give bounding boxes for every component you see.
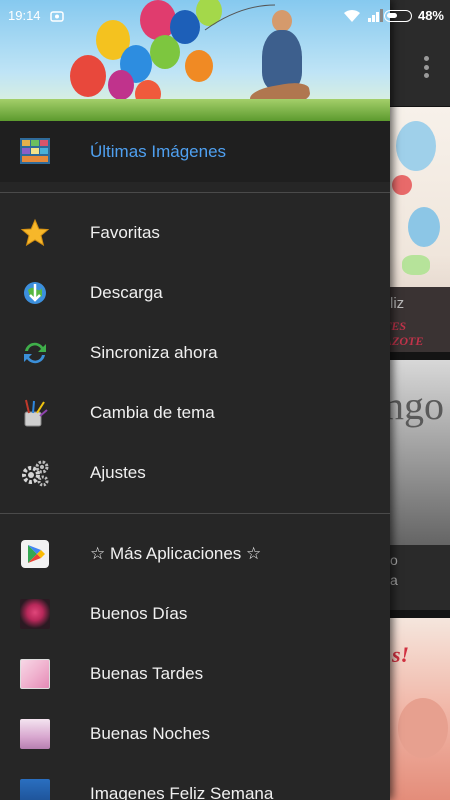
card-illustration: [392, 175, 412, 195]
menu-item-favoritas[interactable]: Favoritas: [0, 203, 390, 263]
menu-item-label: Sincroniza ahora: [90, 343, 218, 362]
play-store-icon: [20, 539, 50, 569]
card-caption: TESAZOTE: [390, 319, 424, 348]
star-icon: [20, 218, 50, 248]
menu-item-buenos-dias[interactable]: Buenos Días: [0, 584, 390, 644]
menu-item-ajustes[interactable]: Ajustes: [0, 443, 390, 503]
sync-icon: [20, 338, 50, 368]
battery-icon: [384, 10, 412, 22]
menu-item-label: Últimas Imágenes: [90, 141, 227, 161]
menu-item-cambia-de-tema[interactable]: Cambia de tema: [0, 383, 390, 443]
card-caption: ngo: [390, 383, 444, 428]
card-illustration: [402, 255, 430, 275]
menu-item-label: Cambia de tema: [90, 403, 215, 422]
download-globe-icon: [20, 278, 50, 308]
paint-brushes-icon: [20, 398, 50, 428]
card-illustration: [396, 121, 436, 171]
status-bar: 19:14 48%: [0, 0, 450, 32]
gears-icon: [20, 458, 50, 488]
menu-item-label: Ajustes: [90, 463, 146, 482]
menu-item-label: Buenas Noches: [90, 724, 211, 743]
feliz-semana-app-icon: [20, 779, 50, 800]
buenas-tardes-app-icon: [20, 659, 50, 689]
menu-item-label: Imagenes Feliz Semana: [90, 784, 274, 800]
navigation-drawer: Últimas Imágenes Favoritas Descarga Sinc…: [0, 0, 390, 800]
balloon: [185, 50, 213, 82]
card-caption: liz: [390, 295, 405, 312]
notification-icon: [50, 11, 64, 22]
card-illustration: [398, 698, 448, 758]
card-illustration: [408, 207, 440, 247]
menu-item-mas-aplicaciones[interactable]: ☆ Más Aplicaciones ☆: [0, 524, 390, 584]
menu-item-label: Buenos Días: [90, 604, 188, 623]
status-time: 19:14: [8, 8, 41, 23]
card-caption: o: [390, 552, 398, 568]
image-card[interactable]: s!: [390, 618, 450, 800]
balloon: [108, 70, 134, 100]
card-caption: s!: [392, 642, 410, 667]
menu-item-sincroniza-ahora[interactable]: Sincroniza ahora: [0, 323, 390, 383]
menu-item-label: Favoritas: [90, 223, 160, 242]
buenas-noches-app-icon: [20, 719, 50, 749]
image-card[interactable]: ngo o a: [390, 360, 450, 610]
buenos-dias-app-icon: [20, 599, 50, 629]
card-caption: a: [390, 572, 398, 588]
balloon: [70, 55, 106, 97]
card-caption-strip: [390, 545, 450, 610]
child-figure: [262, 30, 302, 90]
overflow-menu-icon[interactable]: [424, 56, 430, 78]
signal-icon: [368, 9, 383, 22]
menu-item-buenas-tardes[interactable]: Buenas Tardes: [0, 644, 390, 704]
battery-percent: 48%: [417, 8, 444, 23]
menu-item-ultimas-imagenes[interactable]: Últimas Imágenes: [0, 121, 390, 182]
image-card[interactable]: liz TESAZOTE: [390, 107, 450, 352]
wifi-icon: [344, 9, 360, 22]
collage-thumbnail-icon: [20, 136, 50, 166]
menu-item-label: Buenas Tardes: [90, 664, 204, 683]
menu-item-label: ☆ Más Aplicaciones ☆: [90, 544, 262, 563]
menu-item-descarga[interactable]: Descarga: [0, 263, 390, 323]
menu-item-buenas-noches[interactable]: Buenas Noches: [0, 704, 390, 764]
menu-item-feliz-semana[interactable]: Imagenes Feliz Semana: [0, 764, 390, 800]
grass: [0, 99, 390, 121]
menu-item-label: Descarga: [90, 283, 163, 302]
